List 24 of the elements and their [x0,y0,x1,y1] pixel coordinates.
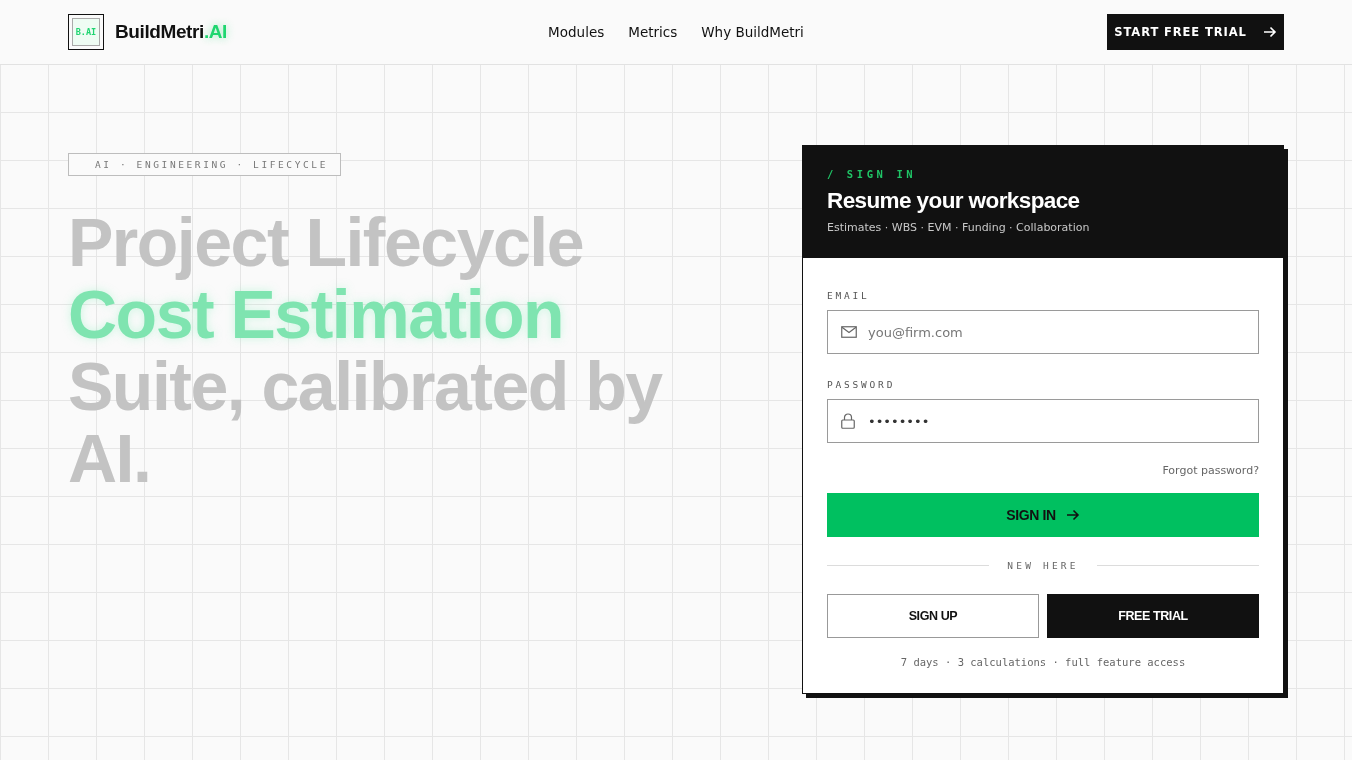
start-free-trial-button[interactable]: START FREE TRIAL [1107,14,1284,50]
trial-note: 7 days · 3 calculations · full feature access [899,656,1187,668]
nav-link[interactable]: Modules [548,24,605,40]
card-title: Resume your workspace [827,188,1081,214]
field-label: EMAIL [827,290,871,301]
field-label: PASSWORD [827,379,897,390]
envelope-icon [841,326,857,338]
nav-link[interactable]: Metrics [628,24,678,40]
card-subtitle: Estimates · WBS · EVM · Funding · Collaboration [827,221,1091,234]
logo-mark: B.AI [68,14,104,50]
lock-icon [841,413,855,429]
section-eyebrow: / SIGN IN [827,168,918,180]
email-field[interactable]: you@firm.com [827,310,1259,354]
brand-name: BuildMetri.AI [115,21,227,43]
arrow-right-icon [1065,509,1080,521]
sign-up-button[interactable]: SIGN UP [827,594,1039,638]
divider-label: NEW HERE [1007,560,1079,571]
password-field[interactable]: •••••••• [827,399,1259,443]
forgot-password-link[interactable]: Forgot password? [1162,464,1259,477]
free-trial-button[interactable]: FREE TRIAL [1047,594,1259,638]
nav-link[interactable]: Why BuildMetri [701,24,804,40]
category-tag: AI · ENGINEERING · LIFECYCLE [68,153,341,176]
sign-in-button[interactable]: SIGN IN [827,493,1259,537]
arrow-right-icon [1262,26,1277,38]
